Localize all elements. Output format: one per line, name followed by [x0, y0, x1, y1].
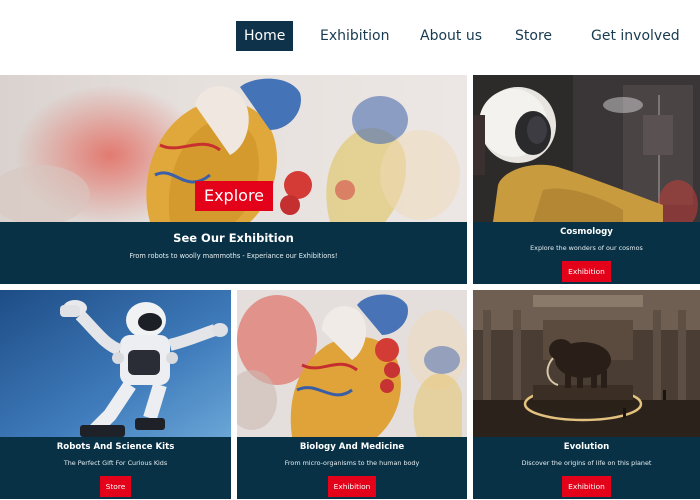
cosmology-subtitle: Explore the wonders of our cosmos — [530, 244, 643, 252]
robots-button-wrap: Store — [0, 474, 231, 497]
top-navigation: Home Exhibition About us Store Get invol… — [0, 0, 700, 74]
evolution-button-wrap: Exhibition — [473, 474, 700, 497]
nav-store[interactable]: Store — [515, 21, 552, 51]
biology-exhibition-button[interactable]: Exhibition — [327, 476, 377, 497]
hero-exhibition-card[interactable]: Explore See Our Exhibition From robots t… — [0, 75, 467, 284]
evolution-exhibition-button[interactable]: Exhibition — [562, 476, 611, 497]
biology-title: Biology And Medicine — [299, 442, 405, 452]
biology-button-wrap: Exhibition — [237, 474, 467, 497]
robot-image — [0, 290, 231, 437]
hero-title: See Our Exhibition — [173, 231, 294, 245]
robots-caption: Robots And Science Kits The Perfect Gift… — [0, 437, 231, 499]
robots-subtitle: The Perfect Gift For Curious Kids — [63, 459, 168, 467]
astronaut-image — [473, 75, 700, 222]
biology-caption: Biology And Medicine From micro-organism… — [237, 437, 467, 499]
nav-get-involved[interactable]: Get involved — [591, 21, 680, 51]
biology-subtitle: From micro-organisms to the human body — [284, 459, 420, 467]
evolution-card[interactable]: Evolution Discover the origins of life o… — [473, 290, 700, 499]
hero-caption: See Our Exhibition From robots to woolly… — [0, 222, 467, 284]
biology-card[interactable]: Biology And Medicine From micro-organism… — [237, 290, 467, 499]
robots-store-button[interactable]: Store — [99, 476, 132, 497]
explore-button[interactable]: Explore — [195, 181, 273, 211]
evolution-subtitle: Discover the origins of life on this pla… — [521, 459, 652, 467]
robots-title: Robots And Science Kits — [56, 442, 175, 452]
hero-subtitle: From robots to woolly mammoths - Experia… — [129, 252, 338, 260]
evolution-title: Evolution — [563, 442, 610, 452]
museum-hall-image — [473, 290, 700, 437]
evolution-caption: Evolution Discover the origins of life o… — [473, 437, 700, 499]
cosmology-title: Cosmology — [560, 227, 613, 237]
cosmology-caption: Cosmology Explore the wonders of our cos… — [473, 222, 700, 284]
nav-exhibition[interactable]: Exhibition — [320, 21, 390, 51]
cosmology-exhibition-button[interactable]: Exhibition — [562, 261, 611, 282]
heart-model-image-small — [237, 290, 467, 437]
cosmology-button-wrap: Exhibition — [473, 259, 700, 282]
nav-about-us[interactable]: About us — [420, 21, 482, 51]
cosmology-card[interactable]: Cosmology Explore the wonders of our cos… — [473, 75, 700, 284]
nav-home[interactable]: Home — [236, 21, 294, 51]
robots-card[interactable]: Robots And Science Kits The Perfect Gift… — [0, 290, 231, 499]
